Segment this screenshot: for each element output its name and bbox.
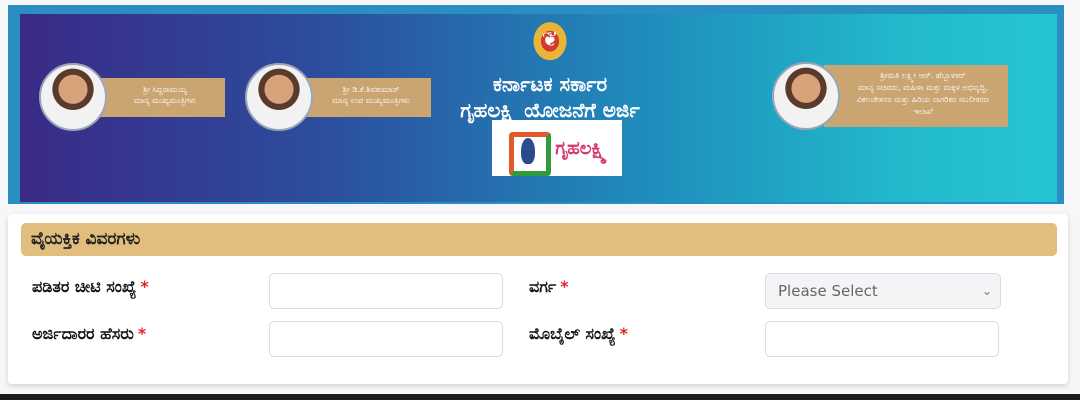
- category-label: ವರ್ಗ *: [529, 277, 569, 297]
- chevron-down-icon: ⌄: [981, 284, 992, 298]
- label-text: ವರ್ಗ: [529, 277, 557, 296]
- house-face-icon: [507, 126, 552, 176]
- required-mark: *: [619, 324, 628, 343]
- avatar: [39, 63, 107, 131]
- label-text: ಅರ್ಜಿದಾರರ ಹೆಸರು: [32, 324, 134, 343]
- banner-title: ಕರ್ನಾಟಕ ಸರ್ಕಾರ: [492, 72, 608, 96]
- gruhalakshmi-logo: ಗೃಹಲಕ್ಷ್ಮಿ: [492, 120, 622, 176]
- select-value: Please Select: [778, 282, 878, 300]
- label-text: ಪಡಿತರ ಚೀಟಿ ಸಂಖ್ಯೆ: [32, 277, 137, 296]
- mobile-label: ಮೊಬೈಲ್ ಸಂಖ್ಯೆ *: [529, 324, 628, 344]
- person-role: ಮಾನ್ಯ ಸಚಿವರು, ಮಹಿಳಾ ಮತ್ತು ಮಕ್ಕಳ ಅಭಿವೃದ್ಧ…: [856, 83, 990, 116]
- person-name-card: ಶ್ರೀಮತಿ ಲಕ್ಷ್ಮೀ ಆರ್. ಹೆಬ್ಬಾಳಕರ್ ಮಾನ್ಯ ಸಚ…: [824, 65, 1008, 127]
- logo-text: ಗೃಹಲಕ್ಷ್ಮಿ: [555, 137, 607, 159]
- person-name: ಶ್ರೀ ಡಿ.ಕೆ.ಶಿವಕುಮಾರ್: [342, 84, 400, 94]
- mobile-input[interactable]: [765, 321, 999, 357]
- label-text: ಮೊಬೈಲ್ ಸಂಖ್ಯೆ: [529, 324, 616, 343]
- person-role: ಮಾನ್ಯ ಮುಖ್ಯಮಂತ್ರಿಗಳು: [133, 95, 197, 105]
- required-mark: *: [140, 277, 149, 296]
- bottom-edge: [0, 394, 1080, 400]
- section-title: ವೈಯಕ್ತಿಕ ವಿವರಗಳು: [21, 223, 1057, 256]
- avatar: [245, 63, 313, 131]
- required-mark: *: [137, 324, 147, 343]
- ration-card-input[interactable]: [269, 273, 503, 309]
- person-name-card: ಶ್ರೀ ಸಿದ್ದರಾಮಯ್ಯ ಮಾನ್ಯ ಮುಖ್ಯಮಂತ್ರಿಗಳು: [91, 77, 225, 117]
- ration-card-label: ಪಡಿತರ ಚೀಟಿ ಸಂಖ್ಯೆ *: [32, 277, 149, 297]
- karnataka-emblem-icon: ❦: [529, 17, 571, 61]
- person-card-dcm: ಶ್ರೀ ಡಿ.ಕೆ.ಶಿವಕುಮಾರ್ ಮಾನ್ಯ ಉಪ ಮುಖ್ಯಮಂತ್ರ…: [245, 63, 431, 131]
- category-select[interactable]: Please Select ⌄: [765, 273, 1001, 309]
- header-banner: ಶ್ರೀ ಸಿದ್ದರಾಮಯ್ಯ ಮಾನ್ಯ ಮುಖ್ಯಮಂತ್ರಿಗಳು ಶ್…: [20, 14, 1057, 202]
- required-mark: *: [560, 277, 569, 296]
- person-card-minister: ಶ್ರೀಮತಿ ಲಕ್ಷ್ಮೀ ಆರ್. ಹೆಬ್ಬಾಳಕರ್ ಮಾನ್ಯ ಸಚ…: [772, 62, 1008, 130]
- applicant-name-label: ಅರ್ಜಿದಾರರ ಹೆಸರು *: [32, 324, 146, 344]
- personal-details-form: ವೈಯಕ್ತಿಕ ವಿವರಗಳು ಪಡಿತರ ಚೀಟಿ ಸಂಖ್ಯೆ * ವರ್ಗ…: [8, 214, 1068, 384]
- person-name: ಶ್ರೀಮತಿ ಲಕ್ಷ್ಮೀ ಆರ್. ಹೆಬ್ಬಾಳಕರ್: [880, 71, 966, 80]
- banner-subtitle: ಗೃಹಲಕ್ಷ್ಮಿ ಯೋಜನೆಗೆ ಅರ್ಜಿ: [460, 98, 640, 122]
- avatar: [772, 62, 840, 130]
- applicant-name-input[interactable]: [269, 321, 503, 357]
- person-name-card: ಶ್ರೀ ಡಿ.ಕೆ.ಶಿವಕುಮಾರ್ ಮಾನ್ಯ ಉಪ ಮುಖ್ಯಮಂತ್ರ…: [297, 77, 431, 117]
- person-role: ಮಾನ್ಯ ಉಪ ಮುಖ್ಯಮಂತ್ರಿಗಳು: [332, 95, 410, 105]
- person-card-cm: ಶ್ರೀ ಸಿದ್ದರಾಮಯ್ಯ ಮಾನ್ಯ ಮುಖ್ಯಮಂತ್ರಿಗಳು: [39, 63, 225, 131]
- person-name: ಶ್ರೀ ಸಿದ್ದರಾಮಯ್ಯ: [142, 84, 188, 94]
